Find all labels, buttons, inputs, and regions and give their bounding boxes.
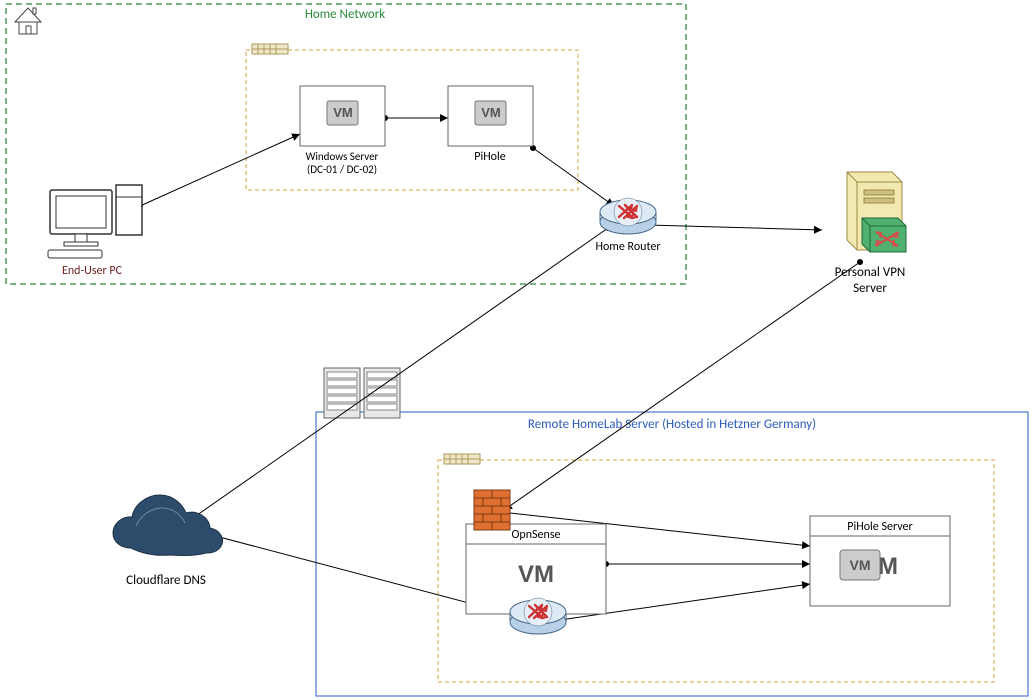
windows-server-label1: Windows Server xyxy=(306,150,379,163)
edge-pihole-to-router xyxy=(533,148,614,206)
edge-vpn-to-opnsense xyxy=(504,262,860,510)
pihole-remote-vm: PiHole Server VM xyxy=(810,516,950,606)
home-router: Home Router xyxy=(595,198,660,254)
pihole-home-vm: PiHole xyxy=(448,86,533,164)
vpn-server-label1: Personal VPN xyxy=(835,265,906,280)
end-user-pc-label: End-User PC xyxy=(62,264,123,278)
home-router-label: Home Router xyxy=(595,240,660,254)
windows-server-label2: (DC-01 / DC-02) xyxy=(307,163,377,176)
remote-server-label: Remote HomeLab Server (Hosted in Hetzner… xyxy=(528,417,816,432)
edge-pc-to-winserver xyxy=(140,134,300,206)
vpn-server-label2: Server xyxy=(853,281,887,296)
pihole-home-label: PiHole xyxy=(474,150,506,164)
home-network-label: Home Network xyxy=(305,7,385,22)
pihole-remote-label: PiHole Server xyxy=(847,520,912,534)
end-user-pc: End-User PC xyxy=(48,185,142,278)
windows-server-vm: Windows Server (DC-01 / DC-02) xyxy=(300,86,385,176)
cloudflare-label: Cloudflare DNS xyxy=(126,573,206,588)
remote-router xyxy=(510,598,566,634)
opnsense: OpnSense xyxy=(466,490,606,614)
edge-router-to-vpn xyxy=(648,225,822,230)
svg-text:VM: VM xyxy=(850,557,871,573)
vpn-server: Personal VPN Server xyxy=(835,172,906,296)
opnsense-label: OpnSense xyxy=(511,528,560,542)
